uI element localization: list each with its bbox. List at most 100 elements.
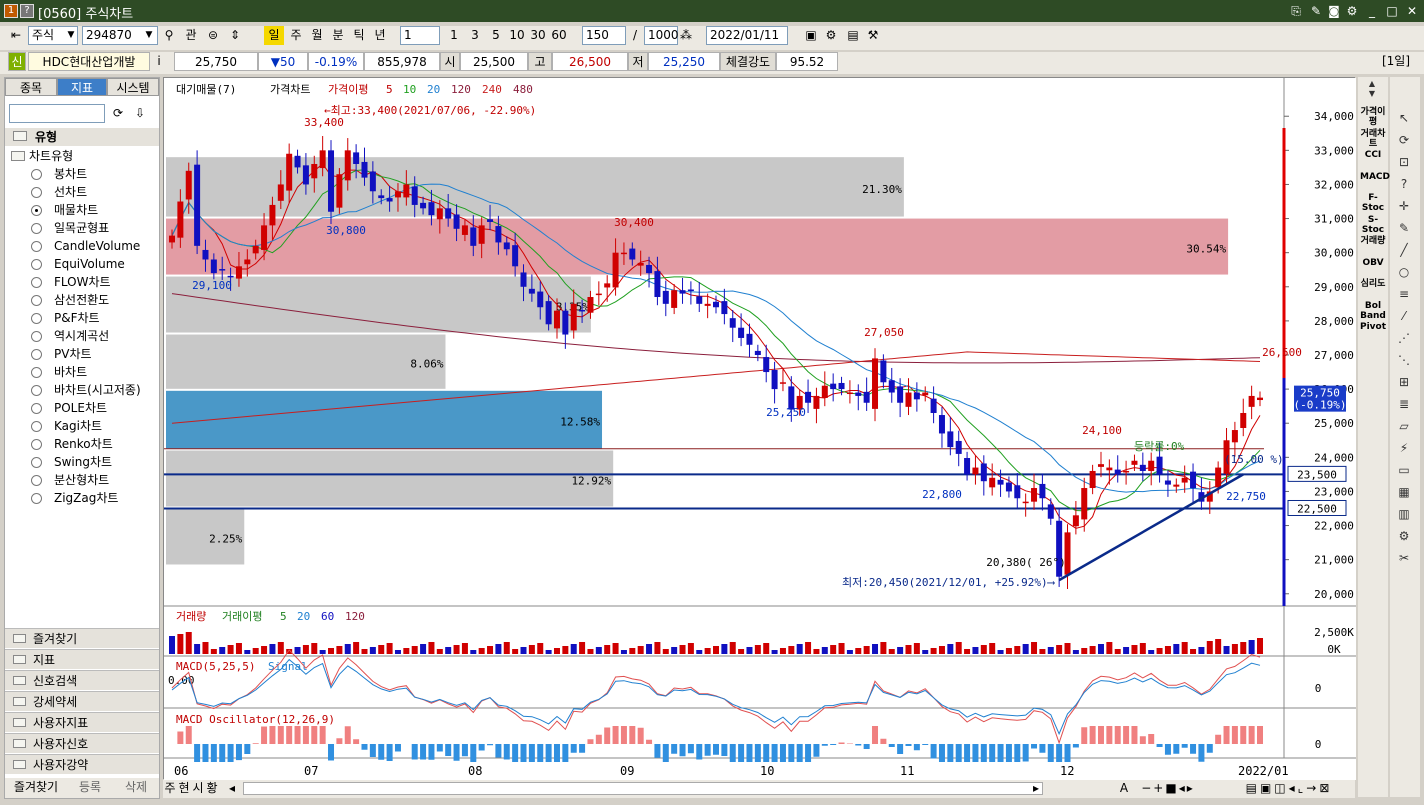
radio-button[interactable] bbox=[31, 295, 42, 306]
tools-icon[interactable]: ⚒ bbox=[864, 26, 882, 45]
period-week[interactable]: 주 bbox=[286, 26, 306, 45]
screen-icon[interactable]: ▣ bbox=[802, 26, 820, 45]
speedline-icon[interactable]: ⊞ bbox=[1394, 373, 1414, 391]
tab-system[interactable]: 시스템 bbox=[107, 78, 159, 96]
radio-button[interactable] bbox=[31, 331, 42, 342]
radio-button[interactable] bbox=[31, 169, 42, 180]
radio-button[interactable] bbox=[31, 205, 42, 216]
zoom-controls[interactable]: −+■◂▸ bbox=[1133, 780, 1203, 796]
gear-icon[interactable]: ⚙ bbox=[822, 26, 840, 45]
count-input[interactable]: 150 bbox=[582, 26, 626, 45]
link-icon[interactable]: ⎘ bbox=[1288, 3, 1304, 19]
group-icon[interactable]: ⊜ bbox=[204, 26, 222, 45]
download-icon[interactable]: ⇩ bbox=[131, 104, 149, 123]
indicator-shortcut[interactable]: 거래차트 bbox=[1360, 129, 1386, 149]
scroll-right-icon[interactable]: ▸ bbox=[1029, 780, 1043, 796]
folder-item[interactable]: 사용자지표 bbox=[5, 712, 159, 732]
interval-select[interactable]: 1 bbox=[400, 26, 440, 45]
folder-item[interactable]: 지표 bbox=[5, 649, 159, 669]
indicator-shortcut[interactable]: CCI bbox=[1360, 150, 1386, 160]
radio-button[interactable] bbox=[31, 493, 42, 504]
tab-stocks[interactable]: 종목 bbox=[5, 78, 57, 96]
quick-1[interactable]: 1 bbox=[444, 26, 464, 45]
quick-30[interactable]: 30 bbox=[528, 26, 548, 45]
indicator-shortcut[interactable]: Bol Band bbox=[1360, 301, 1386, 321]
radio-button[interactable] bbox=[31, 259, 42, 270]
grid-icon[interactable]: ▦ bbox=[1394, 483, 1414, 501]
radio-button[interactable] bbox=[31, 241, 42, 252]
chart-area[interactable]: 21.30%30.54%8.35%8.06%12.58%12.92%2.25%3… bbox=[163, 77, 1356, 780]
help-badge[interactable]: ? bbox=[20, 4, 34, 18]
section-header[interactable]: 유형 bbox=[5, 128, 159, 146]
quick-3[interactable]: 3 bbox=[465, 26, 485, 45]
radio-button[interactable] bbox=[31, 187, 42, 198]
line-icon[interactable]: ⊡ bbox=[1394, 153, 1414, 171]
gear-icon[interactable]: ⚙ bbox=[1344, 3, 1360, 19]
updown-icon[interactable]: ⇕ bbox=[226, 26, 244, 45]
search-input[interactable] bbox=[9, 104, 105, 123]
count-total[interactable]: 1000 bbox=[644, 26, 679, 45]
help-icon[interactable]: ? bbox=[1394, 175, 1414, 193]
cycle-icon[interactable]: ≣ bbox=[1394, 395, 1414, 413]
scroll-arrow-icon[interactable]: ▲ bbox=[1362, 79, 1382, 89]
circle-icon[interactable]: ○ bbox=[1394, 263, 1414, 281]
fib-icon[interactable]: ⁄ bbox=[1394, 307, 1414, 325]
refresh-icon[interactable]: ⟳ bbox=[109, 104, 127, 123]
tab-ju[interactable]: 주 bbox=[163, 780, 177, 796]
radio-button[interactable] bbox=[31, 367, 42, 378]
radio-button[interactable] bbox=[31, 421, 42, 432]
tab-hwang[interactable]: 황 bbox=[205, 780, 219, 796]
ruler-icon[interactable]: ▱ bbox=[1394, 417, 1414, 435]
interest-button[interactable]: 관 bbox=[182, 26, 200, 45]
scroll-arrow-icon[interactable]: ▼ bbox=[1362, 89, 1382, 99]
indicator-shortcut[interactable]: 심리도 bbox=[1360, 279, 1386, 289]
folder-item[interactable]: 사용자신호 bbox=[5, 733, 159, 753]
tab-hyun[interactable]: 현 bbox=[177, 780, 191, 796]
quick-5[interactable]: 5 bbox=[486, 26, 506, 45]
favorites-button[interactable]: 즐겨찾기 bbox=[5, 778, 67, 797]
date-input[interactable]: 2022/01/11 bbox=[706, 26, 788, 45]
auto-icon[interactable]: ⚡ bbox=[1394, 439, 1414, 457]
settings-icon[interactable]: ⚙ bbox=[1394, 527, 1414, 545]
period-day[interactable]: 일 bbox=[264, 26, 284, 45]
radio-button[interactable] bbox=[31, 223, 42, 234]
indicator-shortcut[interactable]: 가격이평 bbox=[1360, 107, 1386, 127]
radio-button[interactable] bbox=[31, 349, 42, 360]
period-minute[interactable]: 분 bbox=[328, 26, 348, 45]
refresh-icon[interactable]: ⟳ bbox=[1394, 131, 1414, 149]
history-icon[interactable]: ⇤ bbox=[8, 26, 24, 45]
channel-icon[interactable]: ≡ bbox=[1394, 285, 1414, 303]
chart-svg[interactable]: 21.30%30.54%8.35%8.06%12.58%12.92%2.25%3… bbox=[164, 78, 1356, 780]
minimize-button[interactable]: _ bbox=[1364, 3, 1380, 19]
cursor-icon[interactable]: ↖ bbox=[1394, 109, 1414, 127]
cross-icon[interactable]: ✛ bbox=[1394, 197, 1414, 215]
zoom-label[interactable]: A bbox=[1117, 780, 1131, 796]
period-month[interactable]: 월 bbox=[307, 26, 327, 45]
quick-60[interactable]: 60 bbox=[549, 26, 569, 45]
folder-item[interactable]: 사용자강약 bbox=[5, 754, 159, 774]
indicator-shortcut[interactable]: Pivot bbox=[1360, 322, 1386, 332]
edit-icon[interactable]: ✎ bbox=[1308, 3, 1324, 19]
radio-button[interactable] bbox=[31, 475, 42, 486]
radio-button[interactable] bbox=[31, 277, 42, 288]
scrollbar[interactable] bbox=[243, 782, 1043, 795]
radio-button[interactable] bbox=[31, 313, 42, 324]
delete-button[interactable]: 삭제 bbox=[113, 778, 159, 797]
trend-icon[interactable]: ╱ bbox=[1394, 241, 1414, 259]
view-controls[interactable]: ▤▣◫◂⌞→⊠ bbox=[1229, 780, 1349, 796]
radio-button[interactable] bbox=[31, 457, 42, 468]
maximize-button[interactable]: □ bbox=[1384, 3, 1400, 19]
radio-button[interactable] bbox=[31, 439, 42, 450]
brush-icon[interactable]: ✂ bbox=[1394, 549, 1414, 567]
save-icon[interactable]: ▤ bbox=[844, 26, 862, 45]
radio-button[interactable] bbox=[31, 385, 42, 396]
period-tick[interactable]: 틱 bbox=[349, 26, 369, 45]
folder-item[interactable]: 강세약세 bbox=[5, 691, 159, 711]
indicator-shortcut[interactable]: MACD bbox=[1360, 172, 1390, 182]
screen-icon[interactable]: ▭ bbox=[1394, 461, 1414, 479]
close-button[interactable]: ✕ bbox=[1404, 3, 1420, 19]
andrews-icon[interactable]: ⋱ bbox=[1394, 351, 1414, 369]
register-button[interactable]: 등록 bbox=[67, 778, 113, 797]
stock-name[interactable]: HDC현대산업개발 bbox=[28, 52, 150, 71]
tab-si[interactable]: 시 bbox=[191, 780, 205, 796]
